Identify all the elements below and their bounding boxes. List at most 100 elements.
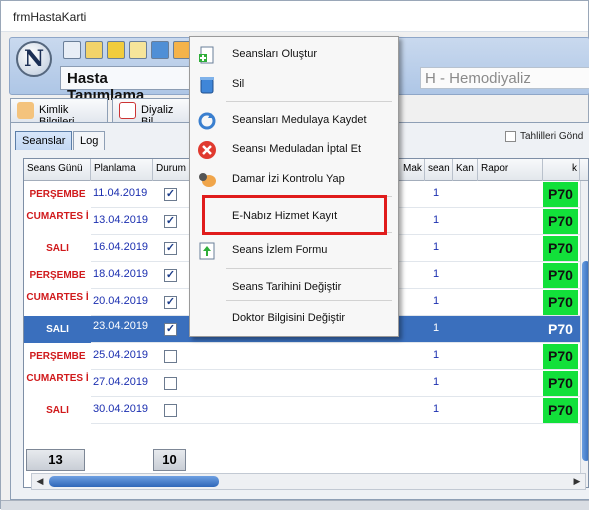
status-checkbox[interactable]: ✓ — [164, 242, 177, 255]
date-cell: 13.04.2019 — [93, 214, 149, 226]
menu-separator — [226, 101, 392, 102]
cancel-icon — [198, 141, 216, 159]
column-header[interactable]: Mak — [400, 159, 425, 181]
date-cell: 27.04.2019 — [93, 376, 149, 388]
page-title: Hasta Tanımlama — [60, 66, 190, 104]
code-cell: P70 — [543, 236, 578, 261]
horizontal-scrollbar[interactable]: ◀ ▶ — [31, 473, 586, 490]
session-cell: 1 — [433, 187, 440, 199]
day-cell: SALI — [24, 397, 91, 424]
tab-diyaliz-bilgileri[interactable]: Diyaliz Bil — [112, 98, 190, 128]
add-document-icon — [199, 46, 214, 64]
code-cell: P70 — [543, 344, 578, 369]
window-title: frmHastaKarti — [13, 10, 87, 24]
main-window: frmHastaKarti N Hasta Tanımlama H - Hemo… — [0, 0, 589, 510]
session-cell: 1 — [433, 295, 440, 307]
scroll-left-icon[interactable]: ◀ — [32, 474, 48, 489]
person-icon — [17, 102, 34, 119]
menu-item-medulaya-kaydet[interactable]: Seansları Medulaya Kaydet — [190, 107, 398, 133]
session-cell: 1 — [433, 214, 440, 226]
checkbox-label: Tahlilleri Gönd — [520, 131, 584, 143]
date-cell: 23.04.2019 — [93, 320, 149, 332]
tab-seanslar[interactable]: Seanslar — [15, 131, 73, 150]
session-cell: 1 — [433, 268, 440, 280]
status-checkbox[interactable]: ✓ — [164, 215, 177, 228]
documents-icon[interactable] — [129, 41, 147, 59]
status-checkbox[interactable]: ✓ — [164, 188, 177, 201]
refresh-icon — [198, 112, 216, 130]
day-cell: PERŞEMBE — [24, 181, 91, 208]
checkbox-box[interactable] — [505, 131, 516, 142]
menu-item-doktor-bilgisini-degistir[interactable]: Doktor Bilgisini Değiştir — [190, 305, 398, 331]
edit-icon[interactable] — [85, 41, 103, 59]
title-bar: frmHastaKarti — [1, 1, 588, 32]
upload-document-icon — [199, 242, 215, 260]
code-cell: P70 — [543, 398, 578, 423]
menu-separator — [226, 268, 392, 269]
code-cell: P70 — [543, 371, 578, 396]
date-cell: 16.04.2019 — [93, 241, 149, 253]
department-field[interactable]: H - Hemodiyaliz — [420, 67, 589, 89]
delete-icon[interactable] — [151, 41, 169, 59]
vertical-scrollbar[interactable] — [580, 181, 588, 487]
status-checkbox[interactable]: ✓ — [164, 296, 177, 309]
fingerprint-icon — [199, 173, 216, 187]
menu-item-seans-izlem-formu[interactable]: Seans İzlem Formu — [190, 237, 398, 263]
menu-item-seanslari-olustur[interactable]: Seansları Oluştur — [190, 41, 398, 67]
session-cell: 1 — [433, 241, 440, 253]
code-cell: P70 — [543, 317, 578, 342]
day-cell: CUMARTES İ — [24, 289, 91, 316]
status-checkbox[interactable] — [164, 350, 177, 363]
session-cell: 1 — [433, 376, 440, 388]
search-icon[interactable] — [63, 41, 81, 59]
tahlil-checkbox[interactable]: Tahlilleri Gönd — [505, 131, 583, 142]
scroll-right-icon[interactable]: ▶ — [569, 474, 585, 489]
save-icon[interactable] — [107, 41, 125, 59]
day-cell: SALI — [24, 316, 91, 343]
scrollbar-thumb[interactable] — [49, 476, 219, 487]
menu-item-seans-tarihini-degistir[interactable]: Seans Tarihini Değiştir — [190, 274, 398, 300]
session-cell: 1 — [433, 403, 440, 415]
column-header[interactable]: Kan — [453, 159, 478, 181]
trash-icon — [200, 77, 214, 94]
row-count-badge: 13 — [26, 449, 85, 471]
day-cell: SALI — [24, 235, 91, 262]
code-cell: P70 — [543, 182, 578, 207]
menu-item-iptal-et[interactable]: Seansı Meduladan İptal Et — [190, 136, 398, 162]
date-cell: 11.04.2019 — [93, 187, 148, 199]
day-cell: PERŞEMBE — [24, 343, 91, 370]
chart-icon — [119, 102, 136, 119]
menu-item-sil[interactable]: Sil — [190, 71, 398, 97]
day-cell: PERŞEMBE — [24, 262, 91, 289]
scrollbar-thumb[interactable] — [582, 261, 588, 461]
date-cell: 20.04.2019 — [93, 295, 149, 307]
date-cell: 30.04.2019 — [93, 403, 149, 415]
session-cell: 1 — [433, 322, 440, 334]
status-checkbox[interactable]: ✓ — [164, 269, 177, 282]
table-row[interactable]: SALI 30.04.2019 1 P70 — [24, 397, 588, 424]
column-header[interactable]: Rapor — [478, 159, 543, 181]
date-cell: 18.04.2019 — [93, 268, 149, 280]
day-cell: CUMARTES İ — [24, 208, 91, 235]
menu-item-damar-izi[interactable]: Damar İzi Kontrolu Yap — [190, 166, 398, 192]
app-logo: N — [16, 41, 52, 77]
column-header[interactable]: Planlama — [91, 159, 153, 181]
column-header[interactable]: k — [543, 159, 580, 181]
status-checkbox[interactable] — [164, 404, 177, 417]
tab-log[interactable]: Log — [73, 131, 106, 150]
table-row[interactable]: PERŞEMBE 25.04.2019 1 P70 — [24, 343, 588, 370]
code-cell: P70 — [543, 263, 578, 288]
table-row[interactable]: CUMARTES İ 27.04.2019 1 P70 — [24, 370, 588, 397]
checked-count-badge: 10 — [153, 449, 186, 471]
code-cell: P70 — [543, 290, 578, 315]
column-header[interactable]: Durum — [153, 159, 193, 181]
day-cell: CUMARTES İ — [24, 370, 91, 397]
tab-kimlik-bilgileri[interactable]: Kimlik Bilgileri — [10, 98, 108, 128]
context-menu: Seansları Oluştur Sil Seansları Medulaya… — [189, 36, 399, 337]
code-cell: P70 — [543, 209, 578, 234]
status-checkbox[interactable] — [164, 377, 177, 390]
status-checkbox[interactable]: ✓ — [164, 323, 177, 336]
column-header[interactable]: sean — [425, 159, 453, 181]
column-header[interactable]: Seans Günü — [24, 159, 91, 181]
session-cell: 1 — [433, 349, 440, 361]
